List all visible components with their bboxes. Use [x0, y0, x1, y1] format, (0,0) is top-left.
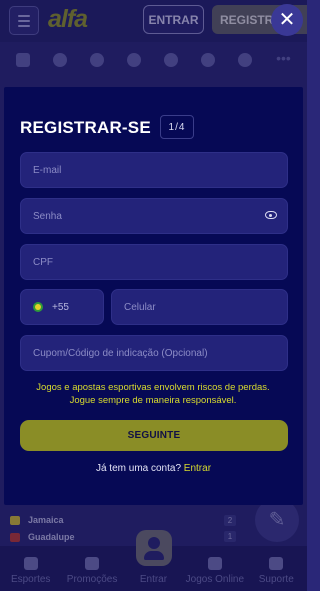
register-modal: REGISTRAR-SE 1/4 +55 Jogos e apostas esp… [4, 87, 303, 505]
country-code-select[interactable]: +55 [20, 289, 104, 325]
warning-line: Jogos e apostas esportivas envolvem risc… [36, 382, 270, 393]
promo-code-field[interactable] [20, 335, 288, 371]
country-code: +55 [52, 301, 69, 313]
email-input[interactable] [33, 164, 287, 176]
cpf-field[interactable] [20, 244, 288, 280]
warning-line: Jogue sempre de maneira responsável. [69, 395, 237, 406]
brazil-flag-icon [33, 302, 43, 312]
close-icon[interactable]: ✕ [271, 4, 303, 36]
login-link[interactable]: Entrar [184, 463, 211, 474]
promo-code-input[interactable] [33, 347, 287, 359]
password-input[interactable] [33, 210, 287, 222]
login-prompt: Já tem uma conta? Entrar [4, 463, 303, 474]
cpf-input[interactable] [33, 256, 287, 268]
modal-title: REGISTRAR-SE [20, 118, 151, 137]
responsible-gaming-warning: Jogos e apostas esportivas envolvem risc… [20, 381, 286, 407]
next-button[interactable]: SEGUINTE [20, 420, 288, 451]
password-field[interactable] [20, 198, 288, 234]
step-indicator: 1/4 [160, 115, 194, 139]
has-account-text: Já tem uma conta? [95, 463, 182, 474]
phone-input[interactable] [124, 301, 287, 313]
eye-icon[interactable] [265, 211, 277, 219]
email-field[interactable] [20, 152, 288, 188]
phone-field[interactable] [111, 289, 288, 325]
